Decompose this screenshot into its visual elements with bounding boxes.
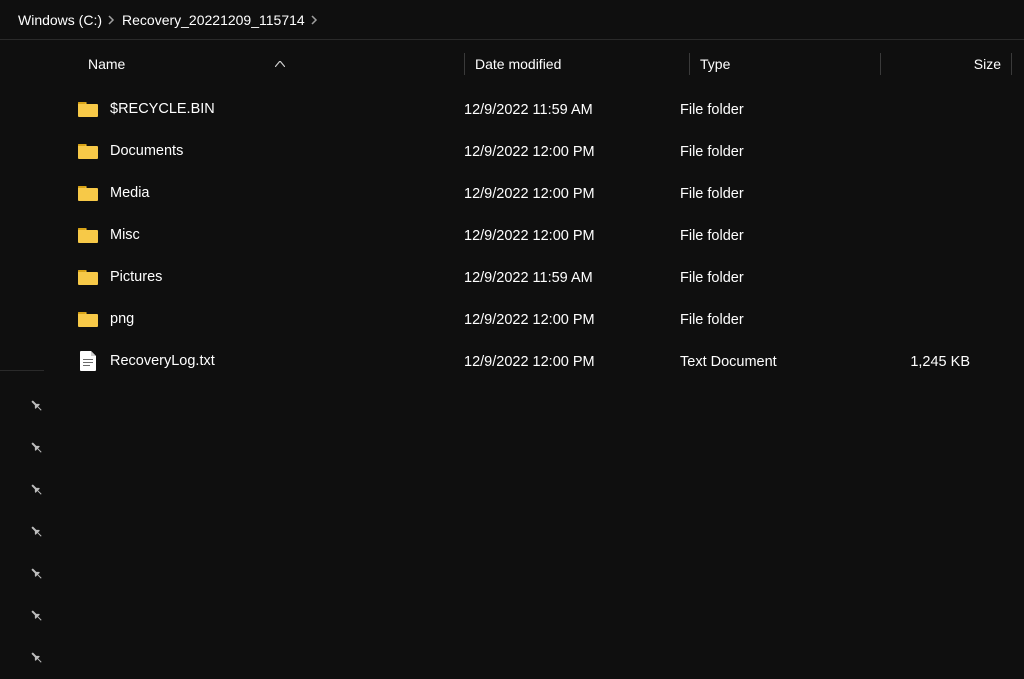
sidebar-item[interactable]	[0, 511, 58, 553]
file-date: 12/9/2022 12:00 PM	[464, 312, 595, 328]
file-type: File folder	[680, 312, 744, 328]
folder-icon	[78, 267, 98, 287]
column-label: Type	[700, 56, 730, 72]
pin-icon	[27, 522, 47, 542]
table-row[interactable]: Pictures 12/9/2022 11:59 AM File folder	[58, 256, 1024, 298]
file-date: 12/9/2022 12:00 PM	[464, 228, 595, 244]
table-row[interactable]: Documents 12/9/2022 12:00 PM File folder	[58, 130, 1024, 172]
sidebar-item[interactable]	[0, 469, 58, 511]
column-separator[interactable]	[1011, 53, 1012, 75]
chevron-right-icon	[108, 15, 116, 25]
table-row[interactable]: Misc 12/9/2022 12:00 PM File folder	[58, 214, 1024, 256]
sidebar-item[interactable]	[0, 385, 58, 427]
column-separator[interactable]	[880, 53, 881, 75]
pin-icon	[27, 606, 47, 626]
table-row[interactable]: png 12/9/2022 12:00 PM File folder	[58, 298, 1024, 340]
file-type: Text Document	[680, 354, 777, 370]
sidebar-item[interactable]	[0, 427, 58, 469]
folder-icon	[78, 309, 98, 329]
file-name: RecoveryLog.txt	[110, 353, 215, 369]
file-type: File folder	[680, 102, 744, 118]
pin-icon	[27, 480, 47, 500]
file-type: File folder	[680, 228, 744, 244]
file-date: 12/9/2022 12:00 PM	[464, 144, 595, 160]
table-row[interactable]: $RECYCLE.BIN 12/9/2022 11:59 AM File folde…	[58, 88, 1024, 130]
folder-icon	[78, 225, 98, 245]
sidebar-divider	[0, 370, 44, 371]
chevron-right-icon	[311, 15, 319, 25]
file-size: 1,245 KB	[910, 354, 970, 370]
file-type: File folder	[680, 144, 744, 160]
column-header-name[interactable]: Name	[88, 56, 464, 72]
file-listing: Name Date modified Type Size $RECYCLE.BI…	[58, 40, 1024, 522]
folder-icon	[78, 183, 98, 203]
file-date: 12/9/2022 11:59 AM	[464, 270, 593, 286]
sidebar-item[interactable]	[0, 595, 58, 637]
column-header-size[interactable]: Size	[891, 56, 1011, 72]
file-name: $RECYCLE.BIN	[110, 101, 215, 117]
column-header-date[interactable]: Date modified	[475, 56, 689, 72]
file-date: 12/9/2022 12:00 PM	[464, 354, 595, 370]
file-name: Misc	[110, 227, 140, 243]
file-type: File folder	[680, 270, 744, 286]
column-label: Size	[974, 56, 1001, 72]
file-name: Documents	[110, 143, 183, 159]
file-name: Media	[110, 185, 150, 201]
column-label: Name	[88, 56, 125, 72]
table-row[interactable]: RecoveryLog.txt 12/9/2022 12:00 PM Text Do…	[58, 340, 1024, 382]
pin-icon	[27, 648, 47, 668]
file-name: Pictures	[110, 269, 162, 285]
sidebar	[0, 40, 58, 522]
text-file-icon	[78, 351, 98, 371]
breadcrumb-part[interactable]: Windows (C:)	[18, 12, 102, 28]
column-header-row: Name Date modified Type Size	[58, 40, 1024, 88]
file-type: File folder	[680, 186, 744, 202]
breadcrumb-part[interactable]: Recovery_20221209_115714	[122, 12, 305, 28]
file-date: 12/9/2022 12:00 PM	[464, 186, 595, 202]
breadcrumb: Windows (C:) Recovery_20221209_115714	[0, 0, 1024, 40]
content: Name Date modified Type Size $RECYCLE.BI…	[0, 40, 1024, 522]
folder-icon	[78, 99, 98, 119]
sort-ascending-icon	[275, 59, 285, 70]
pin-icon	[27, 564, 47, 584]
sidebar-item[interactable]	[0, 637, 58, 679]
column-separator[interactable]	[464, 53, 465, 75]
file-date: 12/9/2022 11:59 AM	[464, 102, 593, 118]
sidebar-item[interactable]	[0, 553, 58, 595]
table-row[interactable]: Media 12/9/2022 12:00 PM File folder	[58, 172, 1024, 214]
file-name: png	[110, 311, 134, 327]
column-separator[interactable]	[689, 53, 690, 75]
pin-icon	[27, 396, 47, 416]
pin-icon	[27, 438, 47, 458]
folder-icon	[78, 141, 98, 161]
column-header-type[interactable]: Type	[700, 56, 880, 72]
column-label: Date modified	[475, 56, 561, 72]
